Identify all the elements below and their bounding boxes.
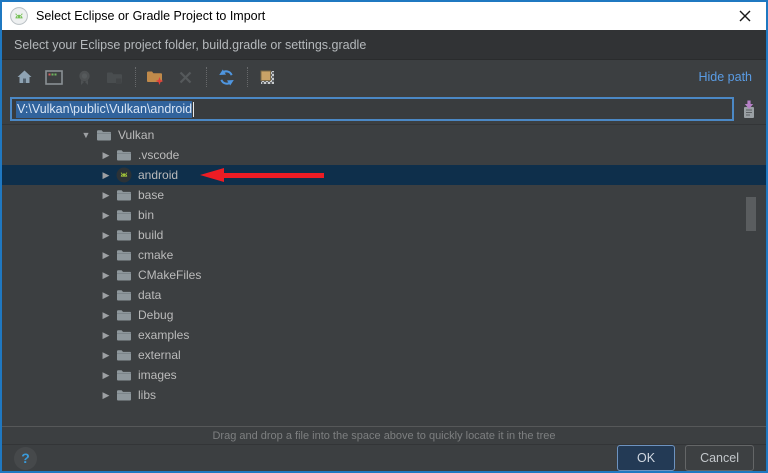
folder-icon bbox=[116, 327, 132, 343]
tree-rows: ▼Vulkan▶.vscode▶android▶base▶bin▶build▶c… bbox=[2, 125, 766, 405]
path-input[interactable]: V:\Vulkan\public\Vulkan\android bbox=[10, 97, 734, 121]
chevron-right-icon[interactable]: ▶ bbox=[98, 170, 114, 181]
vertical-scrollbar[interactable] bbox=[746, 197, 756, 231]
footer: ? OK Cancel bbox=[2, 444, 766, 471]
folder-icon bbox=[116, 147, 132, 163]
chevron-right-icon[interactable]: ▶ bbox=[98, 270, 114, 281]
new-folder-icon[interactable] bbox=[143, 65, 167, 89]
chevron-down-icon[interactable]: ▼ bbox=[78, 130, 94, 140]
folder-icon bbox=[116, 387, 132, 403]
tree-row-data[interactable]: ▶ data bbox=[2, 285, 766, 305]
android-studio-icon bbox=[10, 7, 28, 25]
paste-path-icon[interactable] bbox=[738, 98, 760, 120]
chevron-right-icon[interactable]: ▶ bbox=[98, 330, 114, 341]
path-value: V:\Vulkan\public\Vulkan\android bbox=[16, 101, 192, 118]
folder-icon bbox=[116, 207, 132, 223]
tree-item-label: base bbox=[136, 188, 164, 202]
tree-row-cmake[interactable]: ▶ cmake bbox=[2, 245, 766, 265]
tree-item-label: bin bbox=[136, 208, 154, 222]
chevron-right-icon[interactable]: ▶ bbox=[98, 390, 114, 401]
tree-item-label: external bbox=[136, 348, 181, 362]
dialog-subtitle: Select your Eclipse project folder, buil… bbox=[2, 30, 766, 60]
tree-row-android[interactable]: ▶ android bbox=[2, 165, 766, 185]
android-icon bbox=[116, 167, 132, 183]
chevron-right-icon[interactable]: ▶ bbox=[98, 370, 114, 381]
folder-icon bbox=[96, 127, 112, 143]
tree-item-label: libs bbox=[136, 388, 156, 402]
tree-item-label: android bbox=[136, 168, 178, 182]
tree-item-label: CMakeFiles bbox=[136, 268, 201, 282]
file-tree: ▼Vulkan▶.vscode▶android▶base▶bin▶build▶c… bbox=[2, 124, 766, 426]
help-icon[interactable]: ? bbox=[14, 447, 37, 470]
chevron-right-icon[interactable]: ▶ bbox=[98, 290, 114, 301]
folder-icon bbox=[116, 307, 132, 323]
tree-row-debug[interactable]: ▶ Debug bbox=[2, 305, 766, 325]
folder-icon bbox=[116, 187, 132, 203]
tree-item-label: .vscode bbox=[136, 148, 179, 162]
module-icon bbox=[72, 65, 96, 89]
tree-item-label: Vulkan bbox=[116, 128, 154, 142]
desktop-icon[interactable] bbox=[42, 65, 66, 89]
tree-item-label: examples bbox=[136, 328, 189, 342]
tree-item-label: images bbox=[136, 368, 177, 382]
tree-row-base[interactable]: ▶ base bbox=[2, 185, 766, 205]
tree-item-label: cmake bbox=[136, 248, 173, 262]
dialog-title: Select Eclipse or Gradle Project to Impo… bbox=[36, 9, 265, 23]
drag-drop-hint: Drag and drop a file into the space abov… bbox=[2, 426, 766, 444]
hide-path-link[interactable]: Hide path bbox=[698, 70, 756, 84]
folder-icon bbox=[116, 287, 132, 303]
chevron-right-icon[interactable]: ▶ bbox=[98, 230, 114, 241]
tree-row-images[interactable]: ▶ images bbox=[2, 365, 766, 385]
tree-row-examples[interactable]: ▶ examples bbox=[2, 325, 766, 345]
import-project-dialog: Select Eclipse or Gradle Project to Impo… bbox=[0, 0, 768, 473]
toolbar-separator bbox=[247, 67, 248, 87]
chevron-right-icon[interactable]: ▶ bbox=[98, 190, 114, 201]
show-hidden-icon[interactable] bbox=[255, 65, 279, 89]
tree-row-build[interactable]: ▶ build bbox=[2, 225, 766, 245]
folder-icon bbox=[116, 227, 132, 243]
delete-icon bbox=[173, 65, 197, 89]
tree-row-vscode[interactable]: ▶ .vscode bbox=[2, 145, 766, 165]
tree-item-label: data bbox=[136, 288, 161, 302]
title-bar: Select Eclipse or Gradle Project to Impo… bbox=[2, 2, 766, 30]
ok-button[interactable]: OK bbox=[617, 445, 675, 471]
tree-row-external[interactable]: ▶ external bbox=[2, 345, 766, 365]
folder-icon bbox=[116, 247, 132, 263]
home-icon[interactable] bbox=[12, 65, 36, 89]
folder-disabled-icon bbox=[102, 65, 126, 89]
cancel-button[interactable]: Cancel bbox=[685, 445, 754, 471]
folder-icon bbox=[116, 367, 132, 383]
folder-icon bbox=[116, 347, 132, 363]
tree-row-bin[interactable]: ▶ bin bbox=[2, 205, 766, 225]
toolbar: Hide path bbox=[2, 60, 766, 94]
refresh-icon[interactable] bbox=[214, 65, 238, 89]
chevron-right-icon[interactable]: ▶ bbox=[98, 350, 114, 361]
path-row: V:\Vulkan\public\Vulkan\android bbox=[2, 94, 766, 124]
tree-item-label: build bbox=[136, 228, 163, 242]
tree-row-libs[interactable]: ▶ libs bbox=[2, 385, 766, 405]
tree-row-cmakefiles[interactable]: ▶ CMakeFiles bbox=[2, 265, 766, 285]
close-button[interactable] bbox=[724, 2, 766, 30]
text-caret bbox=[193, 102, 194, 117]
toolbar-separator bbox=[206, 67, 207, 87]
chevron-right-icon[interactable]: ▶ bbox=[98, 150, 114, 161]
chevron-right-icon[interactable]: ▶ bbox=[98, 250, 114, 261]
tree-row-vulkan[interactable]: ▼ Vulkan bbox=[2, 125, 766, 145]
chevron-right-icon[interactable]: ▶ bbox=[98, 310, 114, 321]
folder-icon bbox=[116, 267, 132, 283]
toolbar-separator bbox=[135, 67, 136, 87]
tree-item-label: Debug bbox=[136, 308, 173, 322]
chevron-right-icon[interactable]: ▶ bbox=[98, 210, 114, 221]
